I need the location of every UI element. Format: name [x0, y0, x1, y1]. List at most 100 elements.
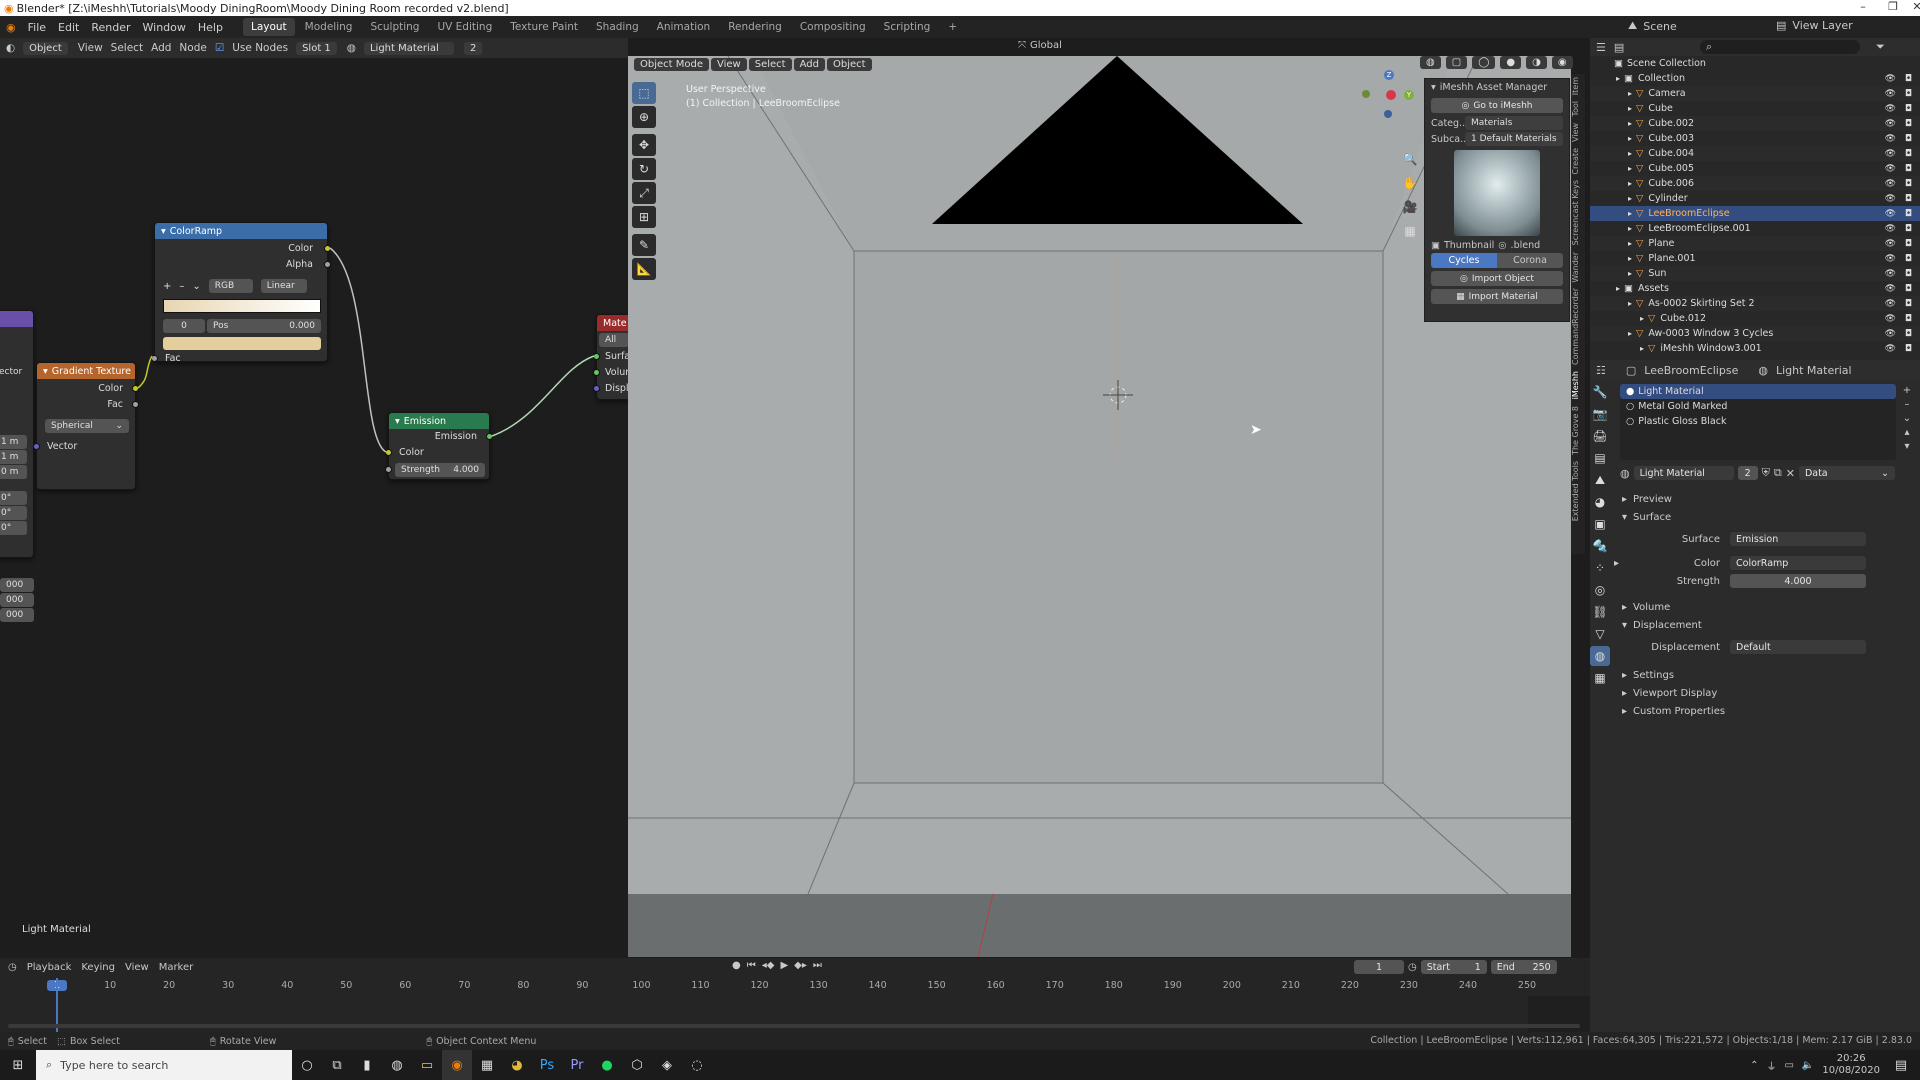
expand-icon[interactable]: ▸ [1616, 74, 1620, 83]
menu-timeline-view[interactable]: View [125, 962, 149, 973]
material-user-count[interactable]: 2 [1737, 466, 1758, 480]
physics-tab-icon[interactable]: ◎ [1590, 580, 1610, 600]
volume-panel-header[interactable]: ▸ Volume [1612, 598, 1918, 616]
tab-sculpting[interactable]: Sculpting [362, 18, 427, 36]
outliner-row[interactable]: ▸ ▽ LeeBroomEclipse 👁 ◘ [1590, 206, 1920, 221]
tab-create[interactable]: Create [1571, 145, 1580, 178]
timeline-editor-icon[interactable]: ◷ [8, 962, 17, 973]
tab-tool[interactable]: Tool [1571, 98, 1580, 120]
gizmo-z-axis[interactable]: Z [1384, 70, 1394, 80]
expand-icon[interactable]: ▸ [1640, 344, 1644, 353]
outliner-row[interactable]: ▸ ▽ Camera 👁 ◘ [1590, 86, 1920, 101]
tab-texture-paint[interactable]: Texture Paint [502, 18, 586, 36]
tab-imeshh[interactable]: iMeshh [1571, 368, 1580, 402]
expand-icon[interactable]: ▸ [1628, 119, 1632, 128]
transform-orientation[interactable]: ⤧ Global [1018, 40, 1062, 51]
blend-label[interactable]: .blend [1511, 240, 1541, 251]
shader-node-editor[interactable]: ◐ Object View Select Add Node ☑ Use Node… [0, 38, 636, 958]
expand-icon[interactable]: ▸ [1628, 254, 1632, 263]
view-layer-selector[interactable]: ▤ View Layer [1776, 19, 1853, 32]
file-explorer-icon[interactable]: ▭ [412, 1050, 442, 1080]
asset-thumbnail-preview[interactable] [1454, 150, 1540, 236]
task-view-icon[interactable]: ⧉ [322, 1050, 352, 1080]
zoom-icon[interactable]: 🔍 [1398, 148, 1422, 170]
outliner-row[interactable]: ▸ ▽ Cube.012 👁 ◘ [1590, 311, 1920, 326]
outliner-row[interactable]: ▸ ▽ Cube.004 👁 ◘ [1590, 146, 1920, 161]
visibility-eye-icon[interactable]: 👁 [1885, 239, 1896, 249]
navigation-gizmo[interactable]: Z Y [1356, 70, 1416, 130]
strength-input-field[interactable]: 4.000 [1730, 574, 1866, 588]
tab-wander[interactable]: Wander [1571, 249, 1580, 286]
cortana-icon[interactable]: ○ [292, 1050, 322, 1080]
object-mode-dropdown[interactable]: Object Mode [634, 58, 709, 71]
usb-icon[interactable]: ⏚ [1766, 1058, 1776, 1073]
outliner-row[interactable]: ▸ ▽ Aw-0003 Window 3 Cycles 👁 ◘ [1590, 326, 1920, 341]
taskbar-search-input[interactable]: ⌕ Type here to search [36, 1050, 292, 1080]
fake-user-icon[interactable]: ⛨ [1762, 466, 1770, 480]
outliner-row[interactable]: ▸ ▽ Cube.005 👁 ◘ [1590, 161, 1920, 176]
tab-view[interactable]: View [1571, 120, 1580, 145]
expand-icon[interactable]: ▸ [1616, 284, 1620, 293]
outliner-row[interactable]: ▸ ▣ Assets 👁 ◘ [1590, 281, 1920, 296]
render-camera-icon[interactable]: ◘ [1905, 119, 1912, 129]
expand-icon[interactable]: ▸ [1628, 209, 1632, 218]
render-camera-icon[interactable]: ◘ [1905, 284, 1912, 294]
menu-marker[interactable]: Marker [159, 962, 194, 973]
scene-collection-row[interactable]: ▣ Scene Collection [1590, 56, 1920, 71]
expand-icon[interactable]: ▸ [1628, 224, 1632, 233]
material-shading-icon[interactable]: ◑ [1526, 56, 1547, 69]
material-slot-row[interactable]: ○ Metal Gold Marked [1620, 399, 1896, 414]
outliner-row[interactable]: ▸ ▽ Cylinder 👁 ◘ [1590, 191, 1920, 206]
color-input-link[interactable]: ColorRamp [1730, 556, 1866, 570]
expand-icon[interactable]: ▸ [1628, 299, 1632, 308]
windows-start-icon[interactable]: ⊞ [0, 1050, 36, 1080]
tab-the-grove[interactable]: The Grove 8 [1571, 403, 1580, 458]
render-camera-icon[interactable]: ◘ [1905, 104, 1912, 114]
settings-panel-header[interactable]: ▸ Settings [1612, 666, 1918, 684]
visibility-eye-icon[interactable]: 👁 [1885, 224, 1896, 234]
render-camera-icon[interactable]: ◘ [1905, 134, 1912, 144]
add-slot-button[interactable]: + [1900, 384, 1914, 398]
end-frame-field[interactable]: End 250 [1490, 960, 1557, 974]
world-tab-icon[interactable]: ◕ [1590, 492, 1610, 512]
outliner-row[interactable]: ▸ ▣ Collection 👁 ◘ [1590, 71, 1920, 86]
expand-icon[interactable]: ▸ [1628, 89, 1632, 98]
jump-start-icon[interactable]: ⏮ [747, 960, 756, 971]
visibility-eye-icon[interactable]: 👁 [1885, 89, 1896, 99]
transform-tool-icon[interactable]: ⊞ [632, 206, 656, 228]
visibility-eye-icon[interactable]: 👁 [1885, 254, 1896, 264]
surface-shader-dropdown[interactable]: Emission [1730, 532, 1866, 546]
camera-view-icon[interactable]: 🎥 [1398, 196, 1422, 218]
expand-icon[interactable]: ▸ [1628, 149, 1632, 158]
outliner-row[interactable]: ▸ ▽ Cube.003 👁 ◘ [1590, 131, 1920, 146]
app-icon-5[interactable]: ◌ [682, 1050, 712, 1080]
move-up-icon[interactable]: ▴ [1900, 426, 1914, 440]
wireframe-shading-icon[interactable]: ◯ [1472, 56, 1496, 69]
close-button[interactable]: ✕ [1902, 0, 1920, 16]
system-clock[interactable]: 20:26 10/08/2020 [1822, 1053, 1880, 1077]
tab-rendering[interactable]: Rendering [720, 18, 790, 36]
tab-compositing[interactable]: Compositing [792, 18, 874, 36]
link-dropdown[interactable]: Data ⌄ [1798, 466, 1895, 480]
imeshh-header[interactable]: ▾ iMeshh Asset Manager [1425, 79, 1569, 95]
expand-icon[interactable]: ▸ [1628, 134, 1632, 143]
displacement-input-field[interactable]: Default [1730, 640, 1866, 654]
expand-icon[interactable]: ▸ [1628, 179, 1632, 188]
visibility-eye-icon[interactable]: 👁 [1885, 314, 1896, 324]
material-tab-icon[interactable]: ◍ [1590, 646, 1610, 666]
corona-engine-tab[interactable]: Corona [1497, 253, 1563, 268]
filter-icon[interactable]: ⏷ [1876, 40, 1885, 54]
outliner-row[interactable]: ▸ ▽ LeeBroomEclipse.001 👁 ◘ [1590, 221, 1920, 236]
current-frame-field[interactable]: 1 [1354, 960, 1404, 974]
preview-panel-header[interactable]: ▸ Preview [1612, 490, 1918, 508]
render-camera-icon[interactable]: ◘ [1905, 224, 1912, 234]
render-camera-icon[interactable]: ◘ [1905, 74, 1912, 84]
tab-item[interactable]: Item [1571, 74, 1580, 98]
outliner-row[interactable]: ▸ ▽ iMeshh Window3.001 👁 ◘ [1590, 341, 1920, 356]
menu-keying[interactable]: Keying [81, 962, 115, 973]
menu-edit[interactable]: Edit [52, 21, 85, 34]
viewport-menu-view[interactable]: View [711, 58, 747, 71]
menu-render[interactable]: Render [85, 21, 136, 34]
outliner-row[interactable]: ▸ ▽ Plane.001 👁 ◘ [1590, 251, 1920, 266]
select-tool-icon[interactable]: ⬚ [632, 82, 656, 104]
